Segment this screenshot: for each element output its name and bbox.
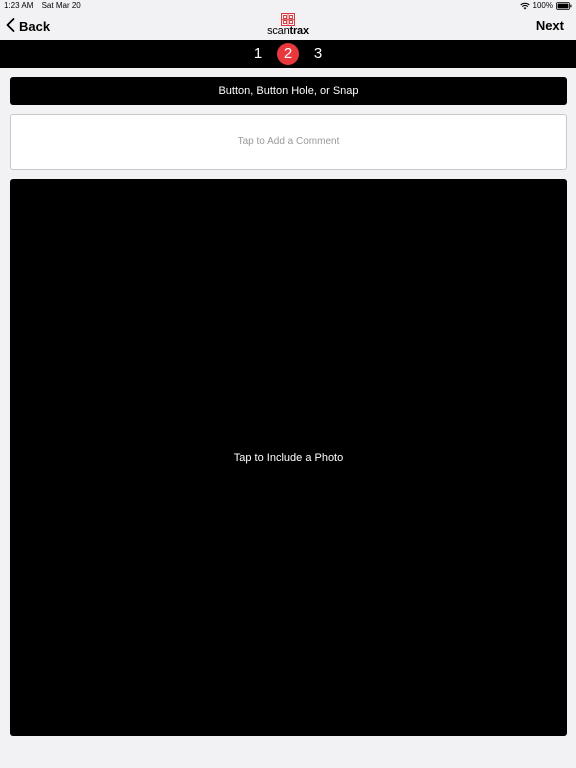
step-3[interactable]: 3 xyxy=(307,43,329,65)
step-1[interactable]: 1 xyxy=(247,43,269,65)
scantrax-logo: scantrax xyxy=(264,13,312,39)
back-button[interactable]: Back xyxy=(6,16,50,36)
screen: 1:23 AM Sat Mar 20 100% Back scantrax Ne… xyxy=(0,0,576,768)
chevron-left-icon xyxy=(6,17,15,35)
logo-text-bold: trax xyxy=(289,25,310,37)
status-date: Sat Mar 20 xyxy=(41,1,81,10)
photo-area[interactable]: Tap to Include a Photo xyxy=(10,179,567,736)
comment-field[interactable]: Tap to Add a Comment xyxy=(10,114,567,170)
nav-bar: Back scantrax Next xyxy=(0,12,576,40)
battery-icon xyxy=(556,2,572,10)
back-label: Back xyxy=(19,18,51,34)
category-button[interactable]: Button, Button Hole, or Snap xyxy=(10,77,567,105)
next-button[interactable]: Next xyxy=(536,16,564,36)
status-left: 1:23 AM Sat Mar 20 xyxy=(4,0,81,12)
status-right: 100% xyxy=(519,0,572,12)
logo-text-regular: scan xyxy=(267,25,290,37)
battery-percent: 100% xyxy=(532,1,553,10)
status-bar: 1:23 AM Sat Mar 20 100% xyxy=(0,0,576,12)
step-indicator: 1 2 3 xyxy=(0,40,576,68)
photo-label: Tap to Include a Photo xyxy=(233,451,344,464)
wifi-icon xyxy=(519,2,530,10)
status-time: 1:23 AM xyxy=(4,1,34,10)
step-2-active[interactable]: 2 xyxy=(277,43,299,65)
logo-text: scantrax xyxy=(264,26,312,37)
